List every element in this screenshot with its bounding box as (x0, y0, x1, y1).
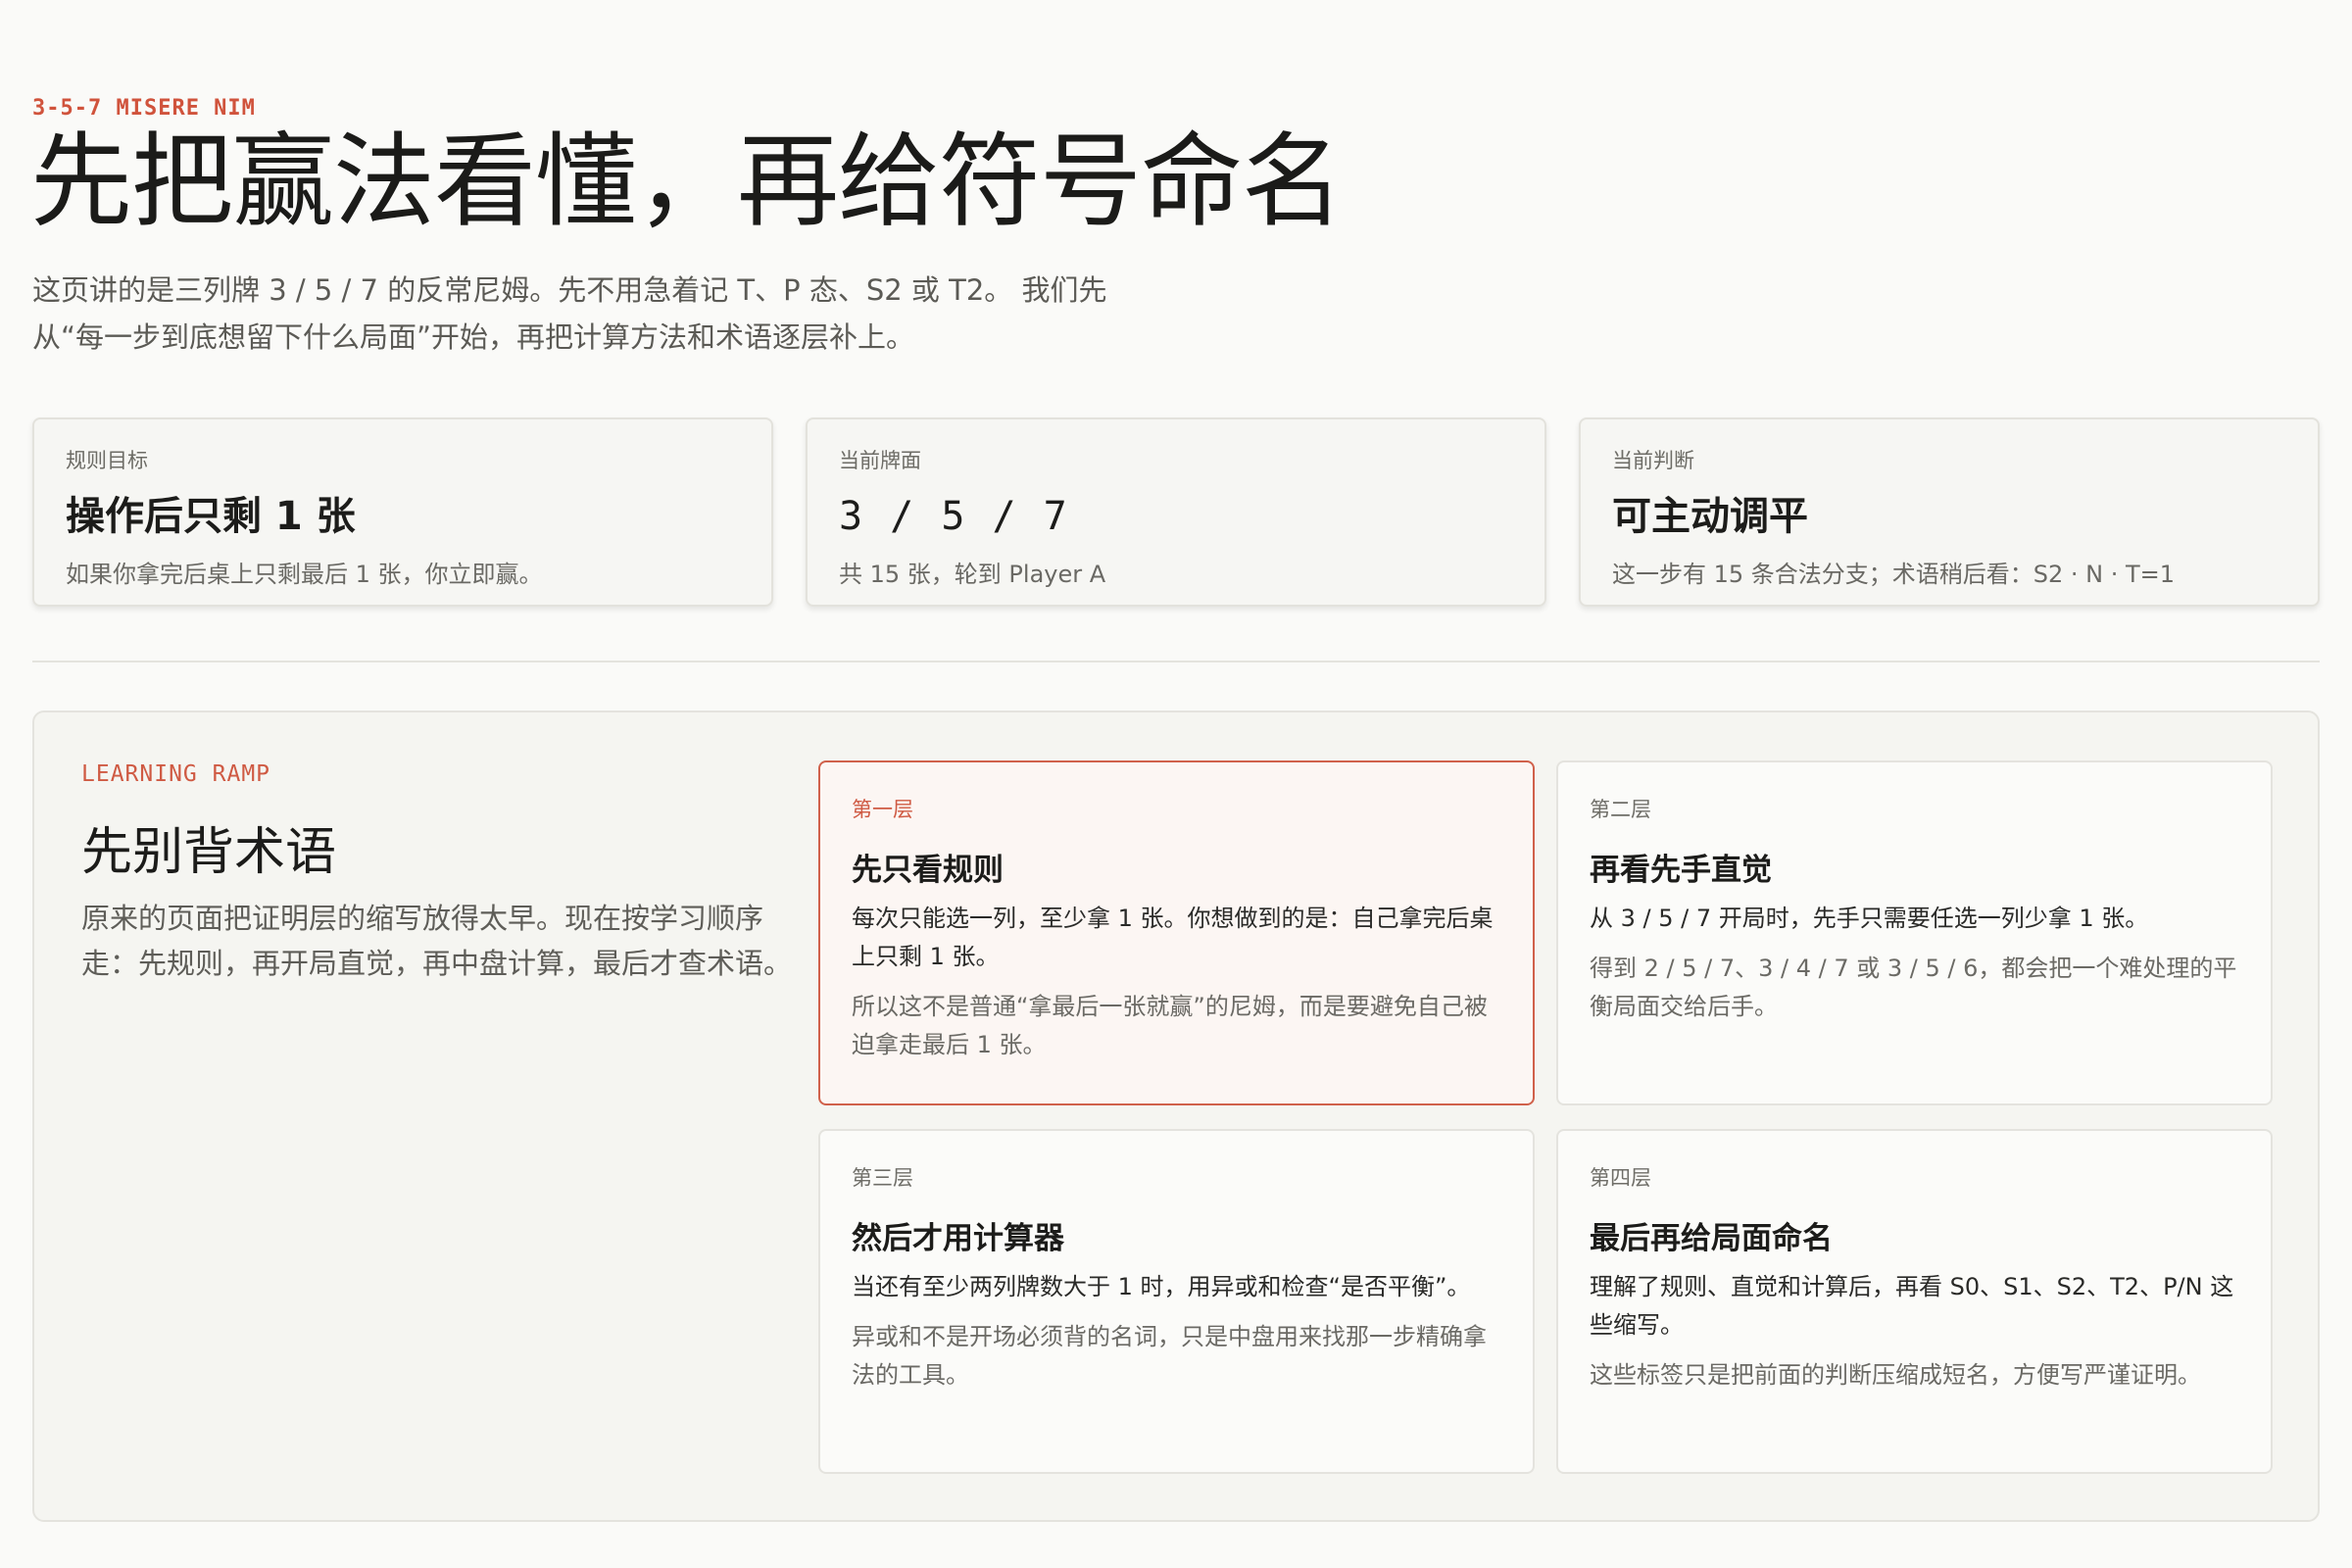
page-eyebrow: 3-5-7 MISERE NIM (32, 96, 256, 121)
card-body: 每次只能选一列，至少拿 1 张。你想做到的是：自己拿完后桌上只剩 1 张。 (852, 905, 1494, 970)
ramp-card-layer-2[interactable]: 第二层 再看先手直觉 从 3 / 5 / 7 开局时，先手只需要任选一列少拿 1… (1556, 760, 2273, 1105)
learning-ramp-panel: LEARNING RAMP 先别背术语 原来的页面把证明层的缩写放得太早。现在按… (32, 710, 2320, 1522)
card-step: 第一层 (852, 798, 913, 821)
card-title: 最后再给局面命名 (1590, 1221, 1833, 1256)
card-note: 异或和不是开场必须背的名词，只是中盘用来找那一步精确拿法的工具。 (852, 1323, 1487, 1389)
card-body: 从 3 / 5 / 7 开局时，先手只需要任选一列少拿 1 张。 (1590, 905, 2149, 932)
stat-card-goal: 规则目标 操作后只剩 1 张 如果你拿完后桌上只剩最后 1 张，你立即赢。 (32, 417, 773, 607)
stat-note: 这一步有 15 条合法分支；术语稍后看：S2 · N · T=1 (1612, 561, 2176, 588)
page: 3-5-7 MISERE NIM 先把赢法看懂，再给符号命名 这页讲的是三列牌 … (0, 0, 2352, 1568)
ramp-eyebrow: LEARNING RAMP (81, 761, 271, 787)
stat-card-judgement: 当前判断 可主动调平 这一步有 15 条合法分支；术语稍后看：S2 · N · … (1579, 417, 2320, 607)
ramp-lead: 原来的页面把证明层的缩写放得太早。现在按学习顺序走：先规则，再开局直觉，再中盘计… (81, 902, 793, 980)
stats-row: 规则目标 操作后只剩 1 张 如果你拿完后桌上只剩最后 1 张，你立即赢。 当前… (32, 417, 2320, 607)
card-step: 第四层 (1590, 1166, 1651, 1190)
ramp-card-layer-1[interactable]: 第一层 先只看规则 每次只能选一列，至少拿 1 张。你想做到的是：自己拿完后桌上… (818, 760, 1535, 1105)
card-note: 得到 2 / 5 / 7、3 / 4 / 7 或 3 / 5 / 6，都会把一个… (1590, 955, 2237, 1020)
stat-value: 操作后只剩 1 张 (66, 494, 356, 539)
ramp-card-grid: 第一层 先只看规则 每次只能选一列，至少拿 1 张。你想做到的是：自己拿完后桌上… (818, 760, 2273, 1476)
stat-value: 可主动调平 (1612, 494, 1808, 539)
card-note: 所以这不是普通“拿最后一张就赢”的尼姆，而是要避免自己被迫拿走最后 1 张。 (852, 993, 1488, 1058)
page-lead: 这页讲的是三列牌 3 / 5 / 7 的反常尼姆。先不用急着记 T、P 态、S2… (32, 273, 1107, 354)
ramp-title: 先别背术语 (81, 823, 337, 882)
card-body: 当还有至少两列牌数大于 1 时，用异或和检查“是否平衡”。 (852, 1273, 1471, 1300)
stat-label: 当前牌面 (839, 449, 921, 472)
stat-note: 如果你拿完后桌上只剩最后 1 张，你立即赢。 (66, 561, 543, 588)
card-note: 这些标签只是把前面的判断压缩成短名，方便写严谨证明。 (1590, 1361, 2201, 1389)
page-title: 先把赢法看懂，再给符号命名 (30, 122, 1344, 241)
card-title: 再看先手直觉 (1590, 853, 1772, 888)
ramp-card-layer-3[interactable]: 第三层 然后才用计算器 当还有至少两列牌数大于 1 时，用异或和检查“是否平衡”… (818, 1129, 1535, 1474)
card-title: 先只看规则 (852, 853, 1004, 888)
ramp-card-layer-4[interactable]: 第四层 最后再给局面命名 理解了规则、直觉和计算后，再看 S0、S1、S2、T2… (1556, 1129, 2273, 1474)
card-step: 第三层 (852, 1166, 913, 1190)
stat-card-board: 当前牌面 3 / 5 / 7 共 15 张，轮到 Player A (806, 417, 1546, 607)
stat-note: 共 15 张，轮到 Player A (839, 561, 1106, 588)
section-divider (32, 661, 2320, 662)
stat-label: 规则目标 (66, 449, 148, 472)
card-step: 第二层 (1590, 798, 1651, 821)
stat-value: 3 / 5 / 7 (839, 494, 1069, 539)
card-body: 理解了规则、直觉和计算后，再看 S0、S1、S2、T2、P/N 这些缩写。 (1590, 1273, 2234, 1339)
stat-label: 当前判断 (1612, 449, 1694, 472)
card-title: 然后才用计算器 (852, 1221, 1064, 1256)
